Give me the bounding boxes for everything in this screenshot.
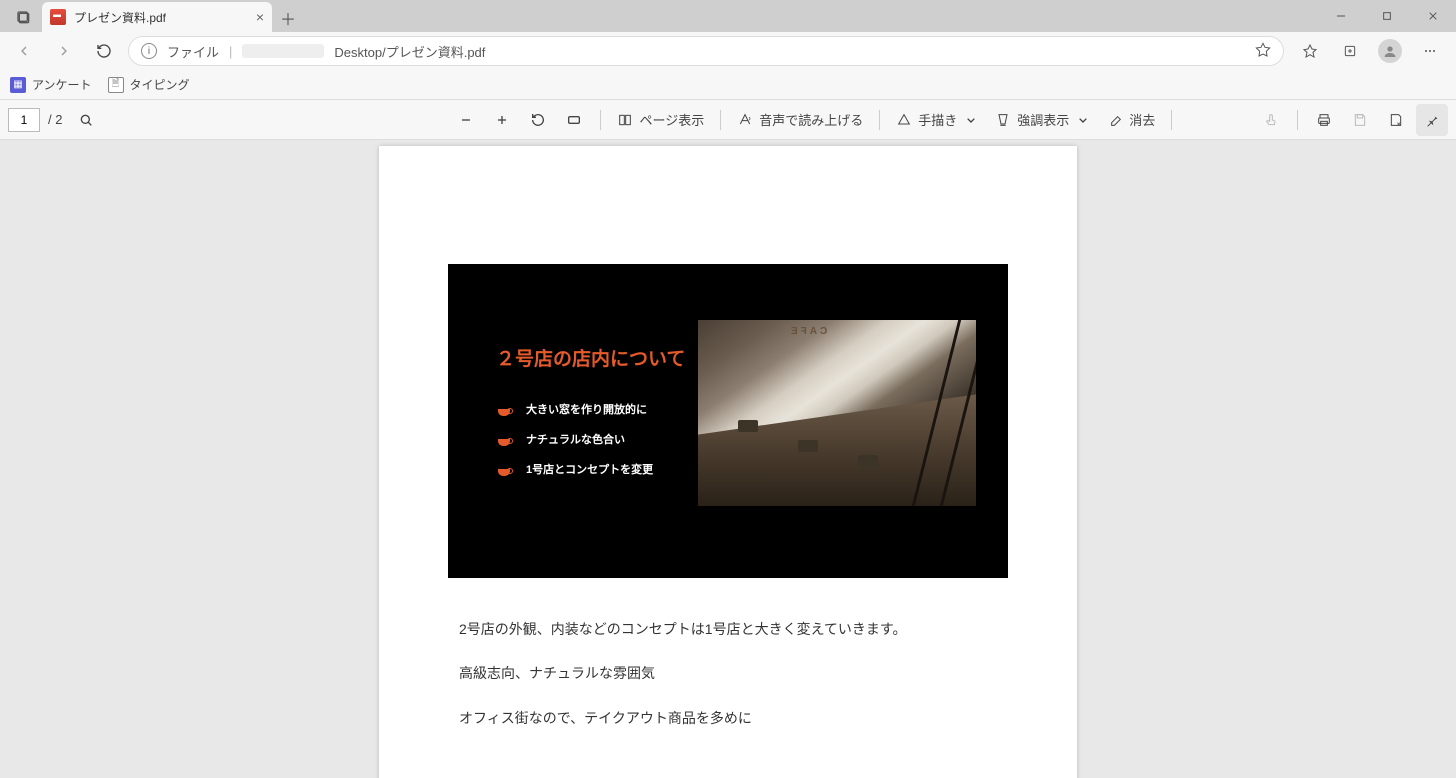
fit-page-button[interactable] [558,104,590,136]
profile-avatar-icon [1378,39,1402,63]
pdf-page: ２号店の店内について 大きい窓を作り開放的に ナチュラルな色合い 1号店とコンセ… [379,146,1077,778]
find-button[interactable] [70,104,102,136]
save-as-button[interactable] [1380,104,1412,136]
zoom-in-button[interactable] [486,104,518,136]
coffee-cup-icon [496,432,514,446]
tab-title: プレゼン資料.pdf [74,9,166,26]
more-menu-button[interactable] [1412,35,1448,67]
slide-image-block: ２号店の店内について 大きい窓を作り開放的に ナチュラルな色合い 1号店とコンセ… [448,264,1008,578]
url-scheme-label: ファイル [167,42,219,61]
chevron-down-icon [963,112,979,128]
document-icon: 🗎 [108,77,124,93]
tab-actions-button[interactable] [6,4,42,32]
reload-button[interactable] [88,35,120,67]
maximize-button[interactable] [1364,0,1410,32]
pdf-toolbar: / 2 ページ表示 音声で読み上げる 手描き 強調表示 消去 [0,100,1456,140]
coffee-cup-icon [496,462,514,476]
paragraph: 高級志向、ナチュラルな雰囲気 [459,662,997,684]
browser-tab-active[interactable]: プレゼン資料.pdf × [42,2,272,32]
touch-button[interactable] [1255,104,1287,136]
erase-label: 消去 [1129,110,1155,129]
back-button[interactable] [8,35,40,67]
toolbar-right [1292,35,1448,67]
profile-button[interactable] [1372,35,1408,67]
pdf-viewport[interactable]: ２号店の店内について 大きい窓を作り開放的に ナチュラルな色合い 1号店とコンセ… [0,140,1456,778]
draw-button[interactable]: 手描き [890,104,985,136]
save-button[interactable] [1344,104,1376,136]
separator [1171,110,1172,130]
window-controls [1318,0,1456,32]
read-aloud-button[interactable]: 音声で読み上げる [731,104,869,136]
minimize-button[interactable] [1318,0,1364,32]
read-aloud-label: 音声で読み上げる [759,110,863,129]
pin-toolbar-button[interactable] [1416,104,1448,136]
address-bar-row: i ファイル | Desktop/プレゼン資料.pdf [0,32,1456,70]
read-aloud-icon[interactable] [1255,42,1271,61]
slide-photo: CAFE [698,320,976,506]
separator [1297,110,1298,130]
chevron-down-icon [1075,112,1091,128]
favorites-button[interactable] [1292,35,1328,67]
paragraph: 2号店の外観、内装などのコンセプトは1号店と大きく変えていきます。 [459,618,997,640]
page-number-input[interactable] [8,108,40,132]
pdf-icon [50,9,66,25]
print-button[interactable] [1308,104,1340,136]
cafe-sign-text: CAFE [788,326,827,337]
page-total-label: / 2 [44,112,66,127]
close-tab-icon[interactable]: × [256,9,264,25]
site-info-icon[interactable]: i [141,43,157,59]
close-window-button[interactable] [1410,0,1456,32]
bookmark-label: アンケート [32,76,92,93]
obscured-path-segment [242,44,324,58]
forms-icon: ▦ [10,77,26,93]
rotate-button[interactable] [522,104,554,136]
tab-strip: プレゼン資料.pdf × ＋ [0,0,304,32]
collections-button[interactable] [1332,35,1368,67]
highlight-label: 強調表示 [1017,110,1069,129]
url-path: Desktop/プレゼン資料.pdf [334,42,485,61]
window-titlebar: プレゼン資料.pdf × ＋ [0,0,1456,32]
page-view-button[interactable]: ページ表示 [611,104,710,136]
page-view-label: ページ表示 [639,110,704,129]
zoom-out-button[interactable] [450,104,482,136]
erase-button[interactable]: 消去 [1101,104,1161,136]
forward-button[interactable] [48,35,80,67]
paragraph: オフィス街なので、テイクアウト商品を多めに [459,707,997,729]
separator: | [229,44,232,59]
bookmarks-bar: ▦ アンケート 🗎 タイピング [0,70,1456,100]
new-tab-button[interactable]: ＋ [272,4,304,32]
bookmark-item-survey[interactable]: ▦ アンケート [10,76,92,93]
bookmark-item-typing[interactable]: 🗎 タイピング [108,76,190,93]
separator [720,110,721,130]
body-text: 2号店の外観、内装などのコンセプトは1号店と大きく変えていきます。 高級志向、ナ… [379,598,1077,771]
draw-label: 手描き [918,110,957,129]
url-box[interactable]: i ファイル | Desktop/プレゼン資料.pdf [128,36,1284,66]
coffee-cup-icon [496,402,514,416]
separator [600,110,601,130]
separator [879,110,880,130]
highlight-button[interactable]: 強調表示 [989,104,1097,136]
bookmark-label: タイピング [130,76,190,93]
